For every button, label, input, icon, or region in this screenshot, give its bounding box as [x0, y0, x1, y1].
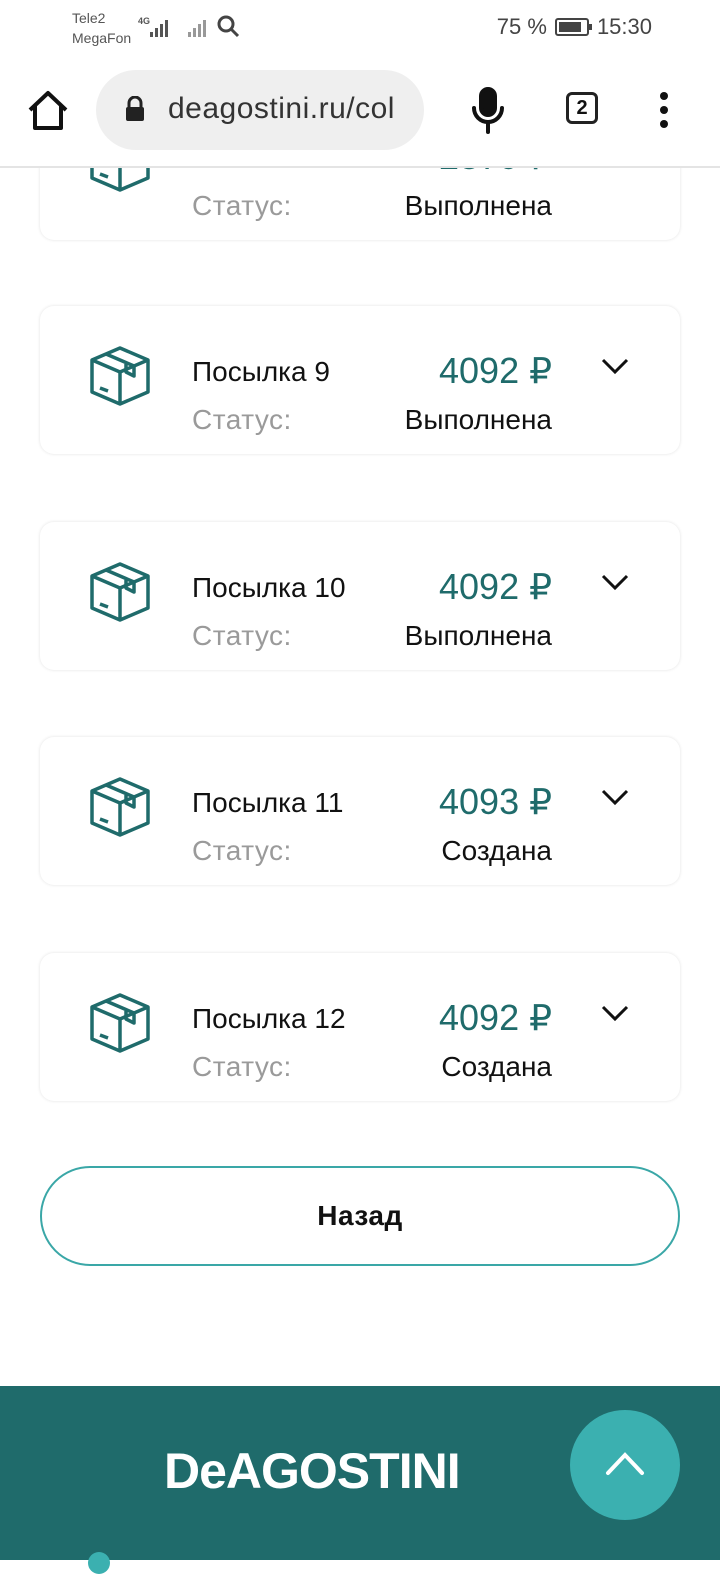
scroll-top-button[interactable]: [570, 1410, 680, 1520]
more-options-icon[interactable]: [654, 90, 674, 130]
parcel-title: Посылка 10: [192, 572, 346, 603]
parcel-price: 4092 ₽: [439, 997, 552, 1038]
signal-icon-2: [188, 20, 206, 37]
status-value: Создана: [441, 1051, 552, 1082]
logo-text: DeAGOSTINI: [164, 1444, 460, 1494]
parcel-price: 4093 ₽: [439, 781, 552, 822]
url-text: deagostini.ru/col: [168, 92, 395, 125]
status-label: Статус:: [192, 404, 292, 435]
clock: 15:30: [596, 14, 652, 39]
battery-percent: 75 %: [496, 14, 547, 39]
status-label: Статус:: [192, 620, 292, 651]
box-icon: [90, 346, 150, 406]
parcel-card[interactable]: Посылка 11 4093 ₽ Статус: Создана: [40, 737, 680, 885]
parcel-title: Посылка 12: [192, 1003, 346, 1034]
page-content: Посылка 8 2379 ₽ Статус: Выполнена Посыл…: [0, 0, 720, 1574]
parcel-card[interactable]: Посылка 12 4092 ₽ Статус: Создана: [40, 953, 680, 1101]
system-status-bar: Tele2 MegaFon 4G 75 % 15:30: [0, 0, 720, 58]
signal-icon: 4G: [138, 16, 168, 37]
status-label: Статус:: [192, 190, 292, 221]
search-icon: [217, 15, 240, 38]
box-icon: [90, 993, 150, 1053]
status-value: Выполнена: [404, 404, 552, 435]
chevron-down-icon[interactable]: [600, 572, 630, 592]
home-icon[interactable]: [26, 88, 70, 132]
tab-switcher-button[interactable]: 2: [566, 92, 598, 124]
deagostini-logo[interactable]: DeAGOSTINI: [164, 1444, 556, 1494]
chevron-down-icon[interactable]: [600, 356, 630, 376]
footer-indicator: [88, 1552, 110, 1574]
address-bar[interactable]: deagostini.ru/col: [96, 70, 424, 150]
parcel-price: 4092 ₽: [439, 566, 552, 607]
chevron-down-icon[interactable]: [600, 1003, 630, 1023]
back-button[interactable]: Назад: [40, 1166, 680, 1266]
parcel-price: 4092 ₽: [439, 350, 552, 391]
status-label: Статус:: [192, 1051, 292, 1082]
parcel-title: Посылка 9: [192, 356, 330, 387]
chevron-up-icon: [606, 1452, 644, 1475]
parcel-card[interactable]: Посылка 10 4092 ₽ Статус: Выполнена: [40, 522, 680, 670]
status-label: Статус:: [192, 835, 292, 866]
status-value: Выполнена: [404, 620, 552, 651]
status-value: Выполнена: [404, 190, 552, 221]
box-icon: [90, 777, 150, 837]
network-type: 4G: [138, 16, 150, 26]
chevron-down-icon[interactable]: [600, 787, 630, 807]
lock-icon: [126, 96, 144, 121]
parcel-title: Посылка 11: [192, 787, 344, 818]
carrier-2: MegaFon: [72, 30, 132, 46]
microphone-icon[interactable]: [468, 86, 508, 136]
parcel-card[interactable]: Посылка 9 4092 ₽ Статус: Выполнена: [40, 306, 680, 454]
box-icon: [90, 562, 150, 622]
browser-toolbar: deagostini.ru/col 2: [0, 58, 720, 168]
status-right: 75 % 15:30: [497, 14, 652, 40]
battery-icon: [554, 18, 592, 36]
status-value: Создана: [441, 835, 552, 866]
carrier-1: Tele2: [72, 10, 106, 26]
carrier-info: Tele2 MegaFon: [72, 8, 131, 48]
